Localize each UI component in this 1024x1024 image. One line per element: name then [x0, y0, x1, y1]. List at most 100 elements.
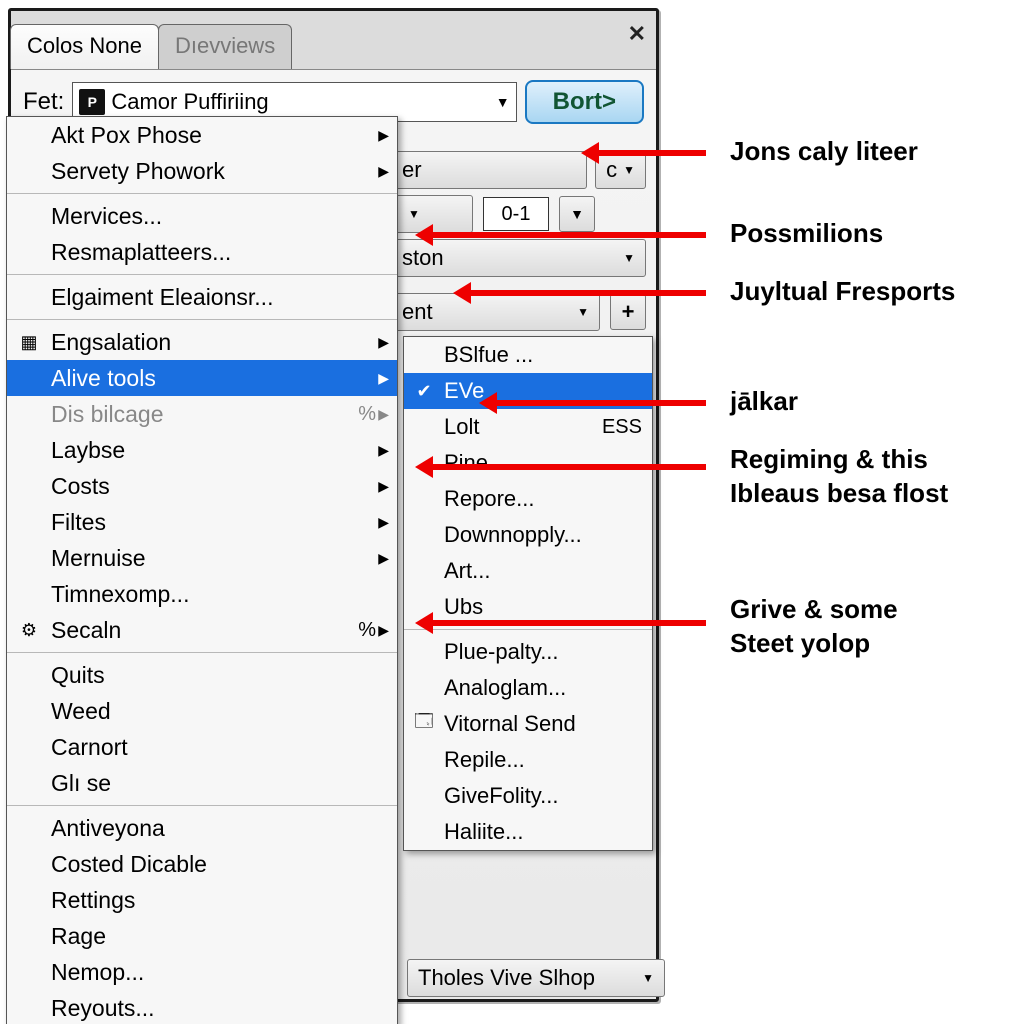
- menu-item-label: Mervices...: [51, 203, 162, 230]
- menu-item-label: Costs: [51, 473, 110, 500]
- chevron-right-icon: ▶: [378, 127, 389, 144]
- chevron-right-icon: ▶: [378, 370, 389, 387]
- arrow-icon: [420, 464, 706, 470]
- menu-item[interactable]: Plue-palty...: [404, 634, 652, 670]
- chevron-right-icon: ▶: [378, 442, 389, 459]
- menu-item[interactable]: Reyouts...: [7, 990, 397, 1024]
- menu-item[interactable]: Art...: [404, 553, 652, 589]
- bg-mini-step[interactable]: ▼: [559, 196, 595, 232]
- menu-item[interactable]: Downnopply...: [404, 517, 652, 553]
- menu-item-label: Vitornal Send: [444, 711, 576, 737]
- chevron-down-icon: ▼: [642, 971, 654, 985]
- menu-item[interactable]: Pine...: [404, 445, 652, 481]
- chevron-down-icon: ▼: [408, 207, 420, 221]
- menu-item[interactable]: Antiveyona: [7, 810, 397, 846]
- bg-field-ston-text: ston: [402, 245, 444, 271]
- menu-item-label: Servety Phowork: [51, 158, 225, 185]
- chevron-right-icon: ▶: [378, 514, 389, 531]
- menu-item-shortcut: ESS: [602, 416, 642, 439]
- menu-item-icon: ▦: [17, 332, 41, 353]
- menu-item-label: Secaln: [51, 617, 121, 644]
- menu-item[interactable]: Rage: [7, 918, 397, 954]
- menu-item[interactable]: Servety Phowork ▶: [7, 153, 397, 189]
- menu-item[interactable]: Rettings: [7, 882, 397, 918]
- menu-item[interactable]: Costed Dicable: [7, 846, 397, 882]
- chevron-right-icon: ▶: [378, 478, 389, 495]
- menu-item[interactable]: BSlfue ...: [404, 337, 652, 373]
- bg-row-3: ent ▼ +: [391, 292, 646, 332]
- menu-item-label: Downnopply...: [444, 522, 582, 548]
- bg-field-er[interactable]: er: [391, 151, 587, 189]
- chevron-right-icon: ▶: [378, 163, 389, 180]
- tab-dievviews[interactable]: Dıevviews: [158, 24, 292, 69]
- menu-item[interactable]: ⚙Secaln%▶: [7, 612, 397, 648]
- menu-item[interactable]: LoltESS: [404, 409, 652, 445]
- tab-colos-none[interactable]: Colos None: [10, 24, 159, 69]
- menu-item-label: Carnort: [51, 734, 128, 761]
- menu-item[interactable]: Nemop...: [7, 954, 397, 990]
- fet-label: Fet:: [23, 88, 64, 116]
- menu-item-label: Mernuise: [51, 545, 146, 572]
- arrow-icon: [484, 400, 706, 406]
- footer-combo[interactable]: Tholes Vive Slhop▼: [407, 959, 665, 997]
- chevron-down-icon: ▼: [577, 305, 589, 319]
- bg-field-c[interactable]: c▼: [595, 151, 646, 189]
- chevron-right-icon: ▶: [378, 550, 389, 567]
- bort-button[interactable]: Bort>: [525, 80, 644, 124]
- menu-item[interactable]: Elgaiment Eleaionsr...: [7, 279, 397, 315]
- menu-item[interactable]: Repile...: [404, 742, 652, 778]
- menu-item[interactable]: Weed: [7, 693, 397, 729]
- chevron-right-icon: ▶: [378, 334, 389, 351]
- menu-item[interactable]: Dis bilcage%▶: [7, 396, 397, 432]
- menu-item-shortcut: %: [358, 619, 377, 642]
- menu-separator: [7, 319, 397, 320]
- menu-item-label: Ubs: [444, 594, 483, 620]
- menu-item-label: Costed Dicable: [51, 851, 207, 878]
- menu-item[interactable]: Quits: [7, 657, 397, 693]
- close-icon[interactable]: ✕: [628, 21, 646, 47]
- menu-item[interactable]: Mernuise ▶: [7, 540, 397, 576]
- menu-item[interactable]: GiveFolity...: [404, 778, 652, 814]
- menu-item[interactable]: Laybse▶: [7, 432, 397, 468]
- bg-field-ent[interactable]: ent ▼: [391, 293, 600, 331]
- menu-item-icon: ⚙: [17, 620, 41, 641]
- menu-item[interactable]: 🗔 Vitornal Send: [404, 706, 652, 742]
- add-button[interactable]: +: [610, 294, 646, 330]
- menu-item-label: Art...: [444, 558, 490, 584]
- menu-item[interactable]: Glı se: [7, 765, 397, 801]
- menu-item-label: Dis bilcage: [51, 401, 164, 428]
- tab-strip: Colos None Dıevviews: [10, 25, 291, 69]
- menu-item[interactable]: Analoglam...: [404, 670, 652, 706]
- menu-item[interactable]: Costs ▶: [7, 468, 397, 504]
- bg-field-c-text: c: [606, 157, 617, 183]
- menu-item[interactable]: Timnexomp...: [7, 576, 397, 612]
- menu-item-label: Timnexomp...: [51, 581, 189, 608]
- chevron-down-icon: ▼: [496, 94, 510, 110]
- menu-item[interactable]: Haliite...: [404, 814, 652, 850]
- menu-item[interactable]: Repore...: [404, 481, 652, 517]
- menu-separator: [7, 652, 397, 653]
- menu-item[interactable]: Alive tools▶: [7, 360, 397, 396]
- menu-item[interactable]: Filtes▶: [7, 504, 397, 540]
- bg-mini-input[interactable]: 0-1: [483, 197, 549, 231]
- chevron-right-icon: ▶: [378, 406, 389, 423]
- menu-separator: [7, 805, 397, 806]
- menu-item[interactable]: Resmaplatteers...: [7, 234, 397, 270]
- menu-item-label: Glı se: [51, 770, 111, 797]
- menu-item[interactable]: Carnort: [7, 729, 397, 765]
- bg-field-ent-text: ent: [402, 299, 433, 325]
- context-submenu: BSlfue ...✔EVeLoltESSPine...Repore...Dow…: [403, 336, 653, 851]
- menu-item-label: BSlfue ...: [444, 342, 533, 368]
- menu-item[interactable]: Akt Pox Phose▶: [7, 117, 397, 153]
- fet-icon: P: [79, 89, 105, 115]
- fet-value: Camor Puffiriing: [111, 89, 268, 115]
- callout-5b: Ibleaus besa flost: [730, 478, 948, 509]
- callout-6a: Grive & some: [730, 594, 898, 625]
- menu-item-icon: ✔: [412, 381, 436, 402]
- menu-item[interactable]: ▦ Engsalation ▶: [7, 324, 397, 360]
- menu-item-label: Engsalation: [51, 329, 171, 356]
- menu-item-icon: 🗔: [412, 709, 436, 739]
- menu-item[interactable]: Mervices...: [7, 198, 397, 234]
- menu-item-label: Reyouts...: [51, 995, 155, 1022]
- arrow-icon: [458, 290, 706, 296]
